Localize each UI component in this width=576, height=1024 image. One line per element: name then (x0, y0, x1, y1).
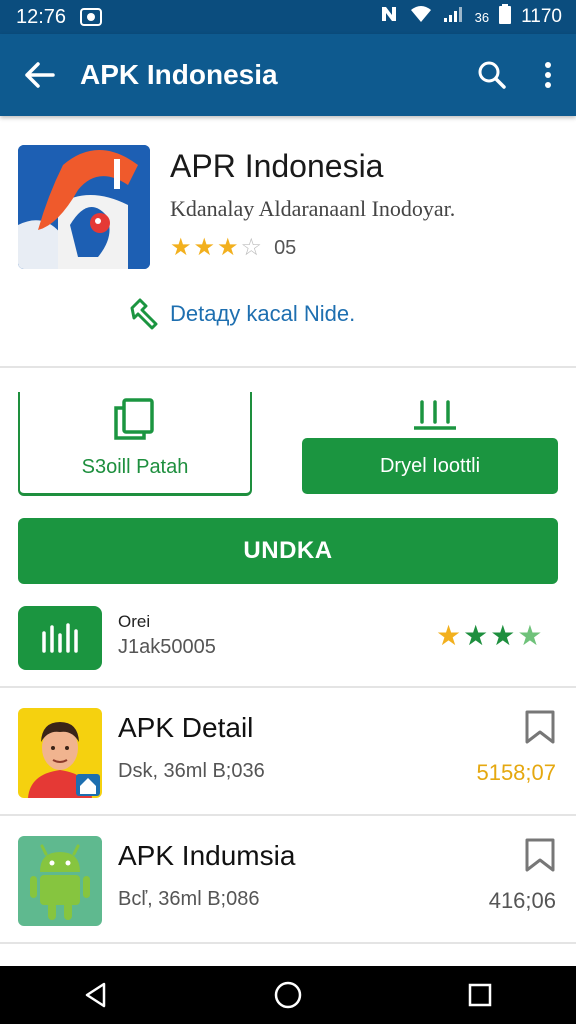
nfc-icon (379, 4, 399, 30)
primary-action-button[interactable]: Dryel Ioottli (302, 438, 558, 494)
star-icon: ★ (463, 620, 489, 651)
copy-icon (114, 398, 154, 440)
app-bar: APK Indonesia (0, 34, 576, 116)
developer-link-text[interactable]: Detaдy kacal Nide. (170, 301, 355, 327)
circle-home-icon (274, 981, 302, 1009)
bookmark-button[interactable] (524, 710, 556, 749)
info-rating: ★ ★ ★ ★ (436, 622, 542, 650)
nav-back-button[interactable] (66, 966, 126, 1024)
status-time: 12:76 (16, 5, 67, 28)
hammer-icon (130, 298, 158, 330)
info-title: Orei (118, 612, 151, 631)
app-logo-icon (18, 145, 150, 269)
wifi-icon (409, 4, 433, 30)
list-item[interactable]: APK Detail Dsk, 36ml B;036 5158;07 (0, 690, 576, 816)
info-row[interactable]: Orei J1ak50005 ★ ★ ★ ★ (0, 596, 576, 688)
back-button[interactable] (0, 34, 80, 116)
install-button[interactable]: UNDKA (18, 518, 558, 584)
rating-count: 05 (274, 236, 297, 259)
more-vert-icon (545, 62, 551, 88)
more-options-button[interactable] (520, 34, 576, 116)
developer-link[interactable]: Detaдy kacal Nide. (128, 298, 355, 330)
star-outline-icon: ☆ (240, 234, 263, 261)
list-item-subtitle: Bcľ, 36ml B;086 (118, 888, 260, 910)
system-nav-bar (0, 966, 576, 1024)
list-item-title: APK Indumsia (118, 840, 296, 871)
bookmark-button[interactable] (524, 838, 556, 877)
avatar (18, 708, 102, 798)
bookmark-icon (525, 838, 555, 872)
page-title: APK Indonesia (80, 59, 278, 90)
nav-home-button[interactable] (258, 966, 318, 1024)
list-item-meta: 416;06 (488, 888, 556, 913)
signal-text: 36 (474, 9, 490, 25)
nav-recents-button[interactable] (450, 966, 510, 1024)
triangle-back-icon (85, 982, 106, 1008)
star-icon: ★ (436, 620, 462, 651)
list-item-meta: 5158;07 (476, 760, 556, 785)
arrow-left-icon (25, 62, 55, 88)
status-bar: 12:76 36 1170 (0, 0, 576, 34)
notification-app-icon (80, 8, 103, 26)
square-recents-icon (468, 983, 492, 1007)
app-name: APR Indonesia (170, 148, 384, 184)
secondary-action-button[interactable]: S3oill Patah (18, 392, 252, 496)
app-rating: ★ ★ ★ ☆ 05 (170, 236, 296, 260)
star-icon: ★ (490, 620, 516, 651)
signal-icon (443, 5, 465, 29)
list-item-subtitle: Dsk, 36ml B;036 (118, 760, 265, 782)
android-icon (18, 836, 102, 926)
battery-text: 1170 (521, 6, 562, 27)
battery-icon (499, 4, 512, 30)
secondary-action-label: S3oill Patah (81, 456, 189, 478)
download-tray-icon (410, 398, 460, 443)
action-area: S3oill Patah Dryel Ioottli UNDKA (0, 370, 576, 590)
info-subtitle: J1ak50005 (118, 636, 216, 658)
bookmark-icon (525, 710, 555, 744)
star-icon: ★ (193, 234, 216, 261)
star-icon: ★ (170, 234, 192, 261)
list-item-title: APK Detail (118, 712, 254, 743)
search-button[interactable] (464, 34, 520, 116)
app-header: APR Indonesia Kdanalay Aldaranaanl Inodo… (0, 118, 576, 368)
search-icon (478, 61, 506, 89)
equalizer-icon (18, 606, 102, 670)
list-item[interactable]: APK Indumsia Bcľ, 36ml B;086 416;06 (0, 818, 576, 944)
star-icon: ★ (217, 234, 239, 261)
app-developer[interactable]: Kdanalay Aldaranaanl Inodoyar. (170, 196, 455, 222)
star-icon: ★ (517, 620, 543, 651)
